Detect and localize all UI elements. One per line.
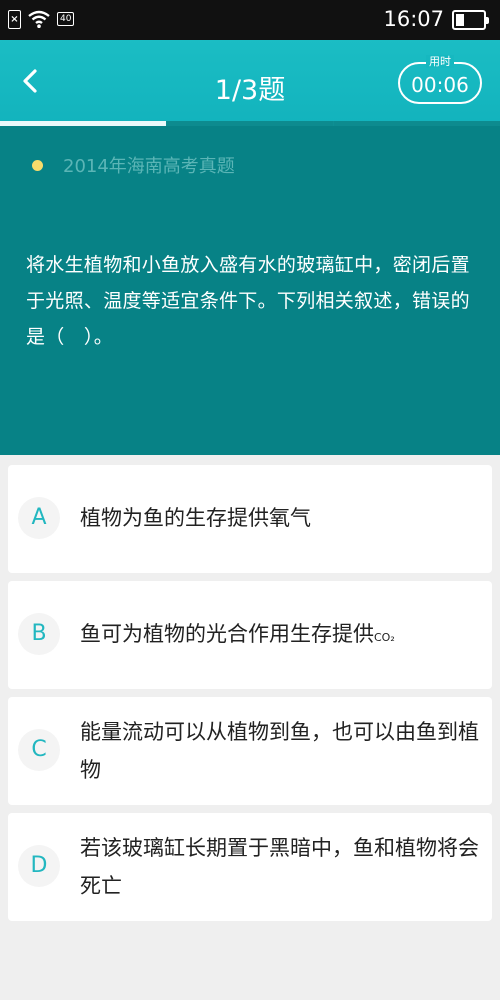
question-source: 2014年海南高考真题 xyxy=(63,156,235,177)
timer-label: 用时 xyxy=(426,55,454,68)
option-text-b: 鱼可为植物的光合作用生存提供CO₂ xyxy=(80,615,485,657)
battery-icon xyxy=(452,10,489,30)
option-text-b-main: 鱼可为植物的光合作用生存提供 xyxy=(80,622,374,646)
network-type-badge: 40 xyxy=(57,12,75,26)
no-sim-icon: × xyxy=(8,9,21,29)
question-text: 将水生植物和小鱼放入盛有水的玻璃缸中，密闭后置于光照、温度等适宜条件下。下列相关… xyxy=(26,254,470,348)
status-bar: × 40 16:07 xyxy=(0,0,500,40)
option-letter-d: D xyxy=(18,845,60,887)
option-text-a: 植物为鱼的生存提供氧气 xyxy=(80,506,311,530)
option-letter-c: C xyxy=(18,729,60,771)
co2-formula: CO₂ xyxy=(374,631,395,644)
option-text-c: 能量流动可以从植物到鱼，也可以由鱼到植物 xyxy=(80,720,479,782)
timer-value: 00:06 xyxy=(411,73,469,97)
answer-option-d[interactable]: D 若该玻璃缸长期置于黑暗中，鱼和植物将会死亡 xyxy=(8,813,492,921)
wifi-icon xyxy=(28,10,50,28)
elapsed-timer: 用时 00:06 xyxy=(398,55,482,104)
quiz-header: 1/3题 用时 00:06 xyxy=(0,40,500,125)
source-bullet-icon xyxy=(32,160,43,171)
answer-option-a[interactable]: A 植物为鱼的生存提供氧气 xyxy=(8,465,492,573)
battery-level xyxy=(456,14,464,26)
status-time: 16:07 xyxy=(383,7,444,31)
answer-option-b[interactable]: B 鱼可为植物的光合作用生存提供CO₂ xyxy=(8,581,492,689)
status-icons: × 40 xyxy=(8,9,75,29)
question-panel: 2014年海南高考真题 将水生植物和小鱼放入盛有水的玻璃缸中，密闭后置于光照、温… xyxy=(0,126,500,455)
answer-option-c[interactable]: C 能量流动可以从植物到鱼，也可以由鱼到植物 xyxy=(8,697,492,805)
option-letter-a: A xyxy=(18,497,60,539)
option-letter-b: B xyxy=(18,613,60,655)
option-text-d: 若该玻璃缸长期置于黑暗中，鱼和植物将会死亡 xyxy=(80,836,479,898)
